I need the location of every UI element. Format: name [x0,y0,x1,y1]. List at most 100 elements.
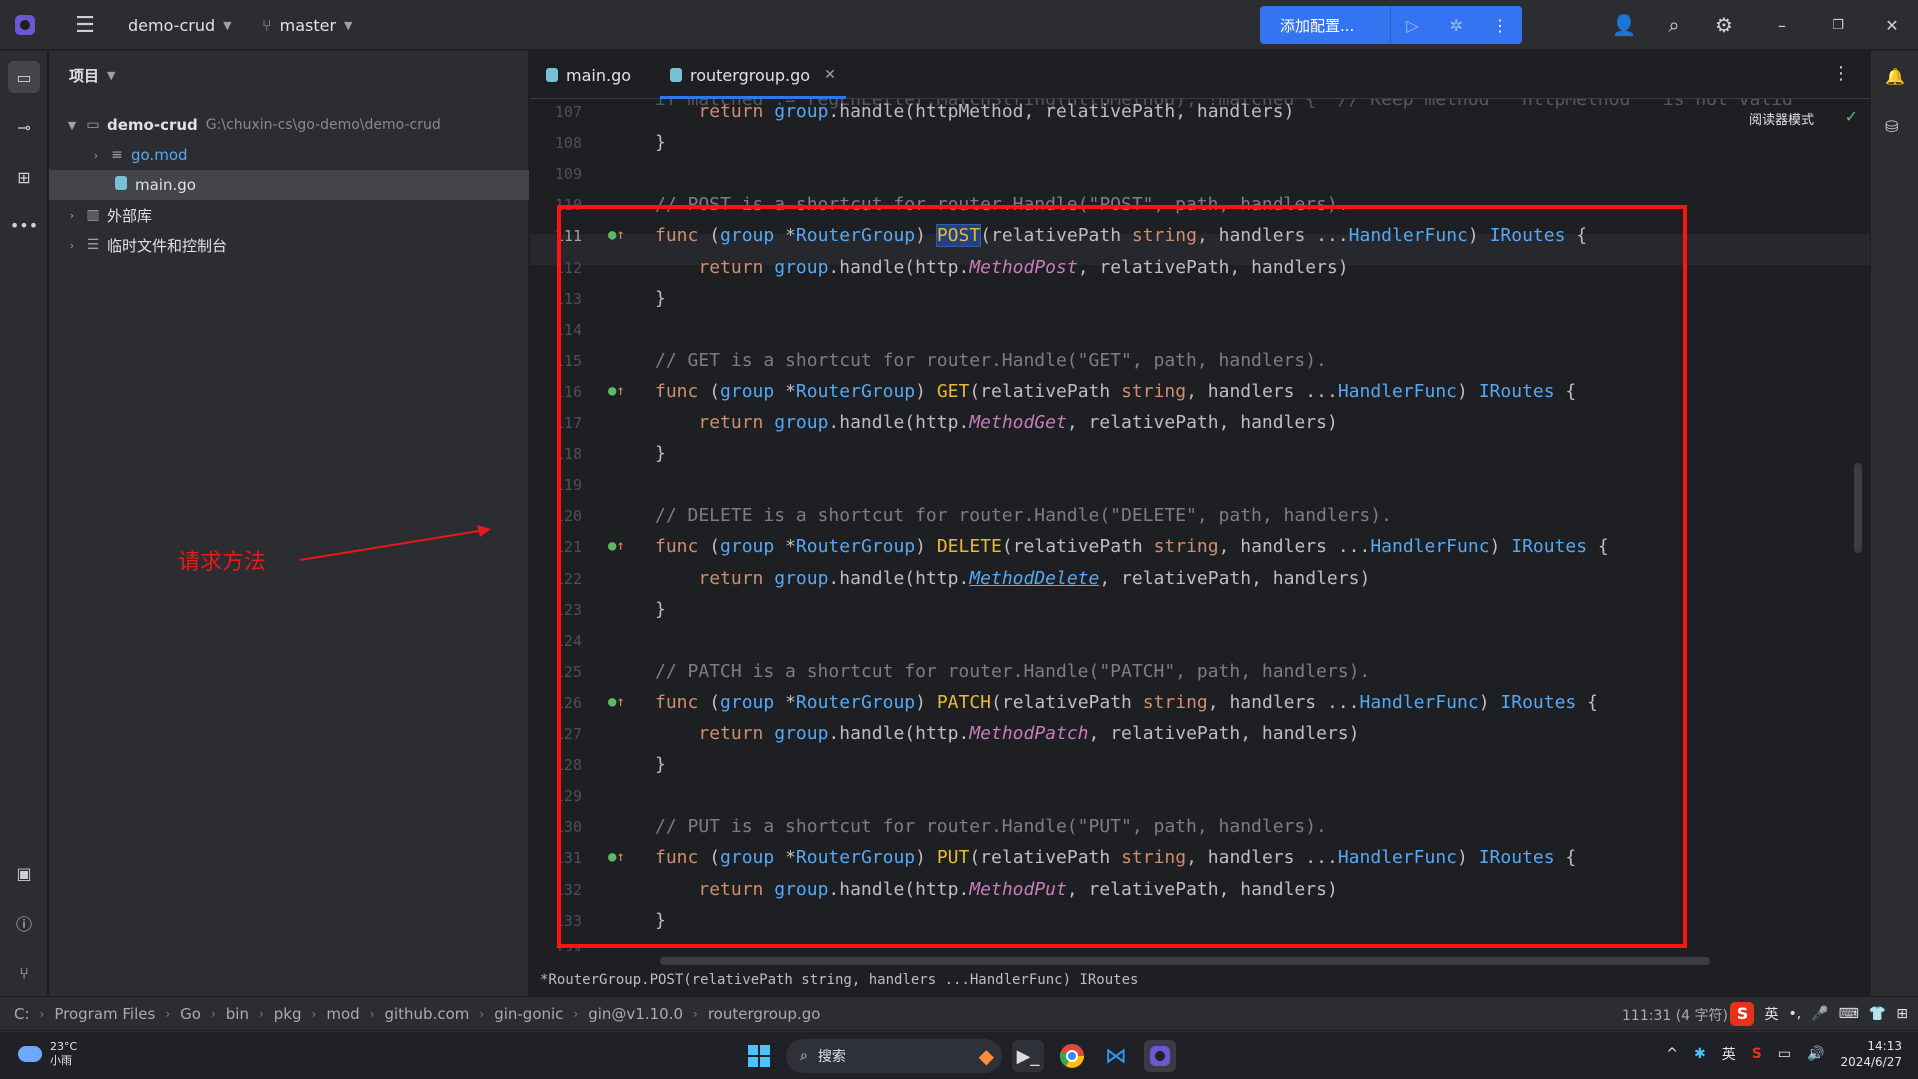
tree-item-demo-crud[interactable]: ▼ ▭ demo-crud G:\chuxin-cs\go-demo\demo-… [49,110,529,140]
tree-item-go-mod[interactable]: › ≡ go.mod [49,140,529,170]
weather-widget[interactable]: 23°C 小雨 [18,1040,77,1068]
branch-name: master [279,15,337,35]
weather-desc: 小雨 [50,1054,72,1067]
close-tab-icon[interactable]: ✕ [824,67,836,83]
tree-item-main-go[interactable]: main.go [49,170,529,200]
breadcrumb-item[interactable]: github.com [384,1005,469,1023]
more-tools-icon[interactable]: ••• [8,209,40,241]
project-folder-icon[interactable]: ▭ [8,61,40,93]
chevron-right-icon[interactable]: › [89,149,103,162]
breadcrumb-separator-icon: › [210,1006,216,1021]
tab-routergroup-go[interactable]: routergroup.go ✕ [660,51,846,99]
microphone-icon[interactable]: 🎤 [1811,1006,1828,1022]
tree-item-scratches[interactable]: › ☰ 临时文件和控制台 [49,230,529,260]
sogou-ime-icon[interactable]: S [1730,1002,1755,1026]
windows-start-icon[interactable] [748,1045,770,1067]
search-icon[interactable]: ⌕ [1654,0,1694,50]
skin-icon[interactable]: 👕 [1869,1006,1886,1022]
tray-ime-language[interactable]: 英 [1722,1044,1736,1064]
status-bar: C: › Program Files › Go › bin › pkg › mod › github.c… [0,996,1918,1030]
breadcrumb-item[interactable]: routergroup.go [708,1005,821,1023]
tree-item-path: G:\chuxin-cs\go-demo\demo-crud [205,117,441,133]
breadcrumb-item[interactable]: gin@v1.10.0 [588,1005,683,1023]
weather-temp: 23°C [50,1040,78,1053]
editor-tabs: main.go routergroup.go ✕ ⋮ [530,51,1870,99]
problems-icon[interactable]: ⓘ [8,907,40,939]
breadcrumb-item[interactable]: gin-gonic [494,1005,563,1023]
title-bar: ☰ demo-crud ▼ ⑂ master ▼ 添加配置... ▷ ✲ ⋮ 👤… [0,0,1918,50]
app-logo-icon[interactable] [12,0,38,50]
cloud-rain-icon [18,1046,42,1062]
branch-selector[interactable]: ⑂ master ▼ [262,0,353,50]
chevron-right-icon[interactable]: › [65,239,79,252]
vertical-scrollbar[interactable] [1854,463,1862,553]
tab-main-go[interactable]: main.go [546,51,631,99]
notifications-bell-icon[interactable]: 🔔 [1885,67,1905,86]
tree-item-external-libs[interactable]: › ▥ 外部库 [49,200,529,230]
grid-menu-icon[interactable]: ⊞ [1896,1006,1908,1022]
punctuation-icon[interactable]: •, [1788,1006,1801,1022]
project-panel-header[interactable]: 项目 ▼ [69,65,115,86]
branch-icon: ⑂ [262,15,272,35]
minimize-icon[interactable]: – [1762,0,1802,50]
vscode-app-icon[interactable]: ⋈ [1100,1040,1132,1072]
taskbar-search[interactable]: ⌕ 搜索 ◆ [786,1039,1002,1073]
terminal-icon[interactable]: ▣ [8,857,40,889]
breadcrumb-separator-icon: › [39,1006,45,1021]
database-icon[interactable]: ⛁ [1885,117,1898,136]
go-file-icon [670,68,682,82]
volume-icon[interactable]: 🔊 [1807,1046,1824,1062]
chevron-right-icon[interactable]: › [65,209,79,222]
maximize-icon[interactable]: ❐ [1818,0,1858,50]
left-tool-strip: ▭ ⊸ ⊞ ••• ▣ ⓘ ⑂ [0,51,48,996]
breadcrumb-item[interactable]: pkg [274,1005,302,1023]
close-window-icon[interactable]: ✕ [1872,0,1912,50]
breadcrumb-item[interactable]: mod [326,1005,359,1023]
search-label: 搜索 [817,1049,846,1065]
debug-icon[interactable]: ✲ [1434,16,1478,35]
chevron-down-icon: ▼ [344,18,353,32]
annotation-arrow [299,525,491,561]
horizontal-scrollbar[interactable] [660,957,1710,965]
right-tool-strip: 🔔 ⛁ [1870,51,1918,996]
breadcrumb-item[interactable]: Go [180,1005,201,1023]
project-selector[interactable]: demo-crud ▼ [128,0,232,50]
breadcrumb-item[interactable]: bin [226,1005,249,1023]
tree-item-label: go.mod [131,146,188,164]
bluetooth-icon[interactable]: ✱ [1694,1046,1706,1062]
reader-mode-toggle[interactable]: 阅读器模式 [1749,109,1814,128]
code-line: } [655,132,666,154]
clock[interactable]: 14:13 2024/6/27 [1840,1038,1902,1070]
run-config-button[interactable]: 添加配置... [1260,15,1390,36]
line-number: 108 [554,134,582,153]
commit-icon[interactable]: ⊸ [8,111,40,143]
breadcrumb-separator-icon: › [258,1006,264,1021]
structure-icon[interactable]: ⊞ [8,161,40,193]
chevron-down-icon[interactable]: ▼ [65,119,79,132]
system-tray: ^ ✱ 英 S ▭ 🔊 14:13 2024/6/27 [1666,1038,1902,1070]
breadcrumb-separator-icon: › [573,1006,579,1021]
git-icon[interactable]: ⑂ [8,957,40,989]
keyboard-icon[interactable]: ⌨ [1839,1006,1859,1022]
breadcrumb-item[interactable]: C: [14,1005,30,1023]
chrome-app-icon[interactable] [1056,1040,1088,1072]
ime-language[interactable]: 英 [1764,1004,1778,1024]
network-icon[interactable]: ▭ [1778,1046,1791,1062]
terminal-app-icon[interactable]: ▶_ [1012,1040,1044,1072]
project-name: demo-crud [128,15,216,35]
run-icon[interactable]: ▷ [1391,16,1435,35]
add-user-icon[interactable]: 👤 [1604,0,1644,50]
breadcrumb-item[interactable]: Program Files [54,1005,155,1023]
more-actions-icon[interactable]: ⋮ [1478,16,1522,35]
chevron-down-icon: ▼ [107,69,116,82]
sogou-tray-icon[interactable]: S [1752,1046,1762,1062]
tray-overflow-icon[interactable]: ^ [1666,1046,1678,1062]
goland-app-icon[interactable] [1144,1040,1176,1072]
search-icon: ⌕ [800,1048,808,1064]
cursor-position[interactable]: 111:31 (4 字符) [1622,1005,1728,1025]
tree-item-label: 临时文件和控制台 [107,236,228,255]
tabs-more-icon[interactable]: ⋮ [1832,63,1850,84]
settings-gear-icon[interactable]: ⚙ [1704,0,1744,50]
breadcrumb-separator-icon: › [369,1006,375,1021]
main-menu-icon[interactable]: ☰ [72,0,98,50]
